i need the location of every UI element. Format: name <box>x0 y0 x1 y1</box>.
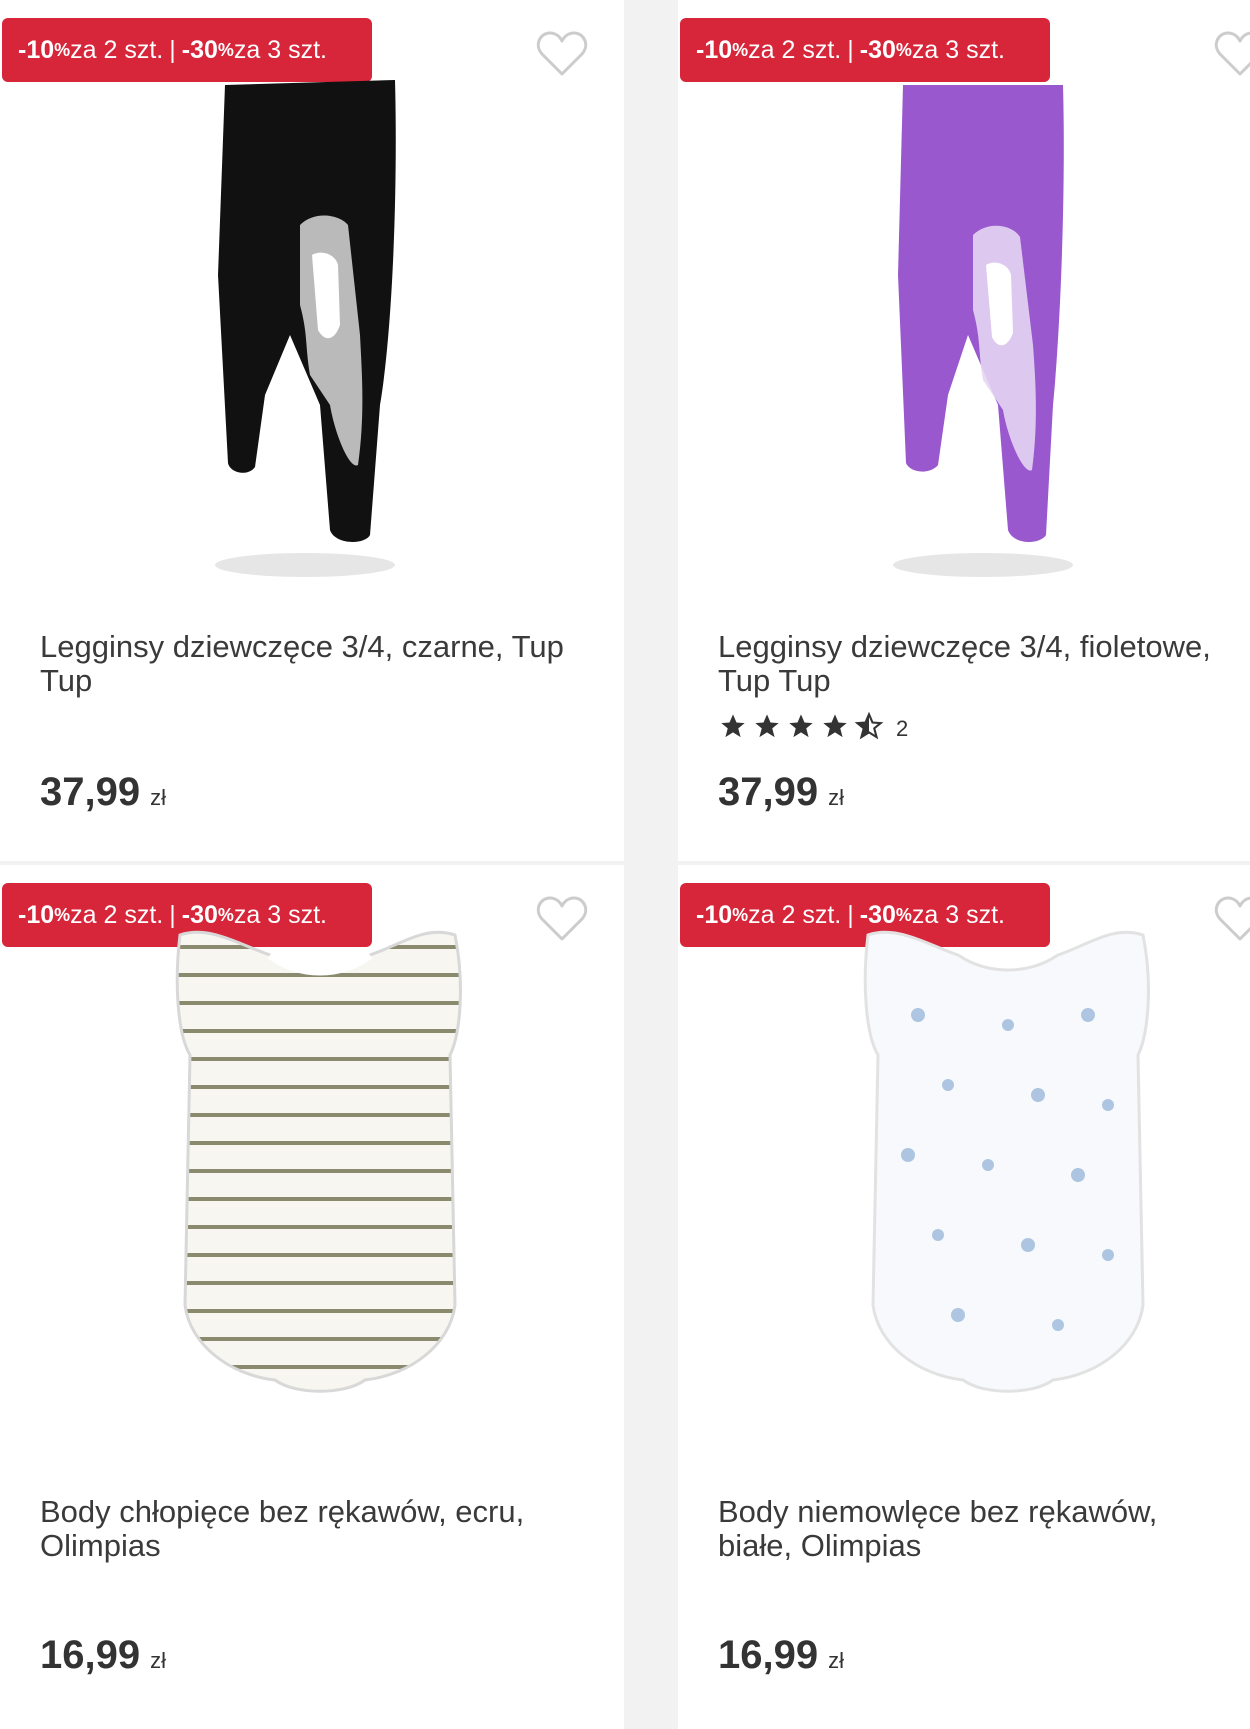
price-currency: zł <box>150 785 166 810</box>
rating-count: 2 <box>896 715 909 741</box>
price-value: 37,99 <box>40 770 141 814</box>
promo-text-1: za 2 szt. <box>70 35 164 64</box>
promo-text-1: za 2 szt. <box>748 900 842 929</box>
promo-discount-2: -30 <box>181 35 218 64</box>
product-price: 37,99 zł <box>718 770 844 815</box>
product-card[interactable]: -10% za 2 szt. | -30% za 3 szt. Legginsy… <box>678 0 1250 861</box>
price-currency: zł <box>150 1648 166 1673</box>
promo-badge: -10% za 2 szt. | -30% za 3 szt. <box>680 18 1050 82</box>
star-icon <box>752 712 782 745</box>
star-icon <box>820 712 850 745</box>
promo-discount-1: -10 <box>18 35 55 64</box>
product-title[interactable]: Legginsy dziewczęce 3/4, czarne, Tup Tup <box>40 630 580 698</box>
promo-discount-1: -10 <box>696 35 733 64</box>
percent-sign: % <box>54 39 71 60</box>
product-card[interactable]: -10% za 2 szt. | -30% za 3 szt. Body nie… <box>678 865 1250 1729</box>
promo-discount-2: -30 <box>859 35 896 64</box>
promo-separator: | <box>169 35 176 64</box>
percent-sign: % <box>54 904 71 925</box>
price-value: 16,99 <box>718 1633 819 1677</box>
promo-separator: | <box>847 35 854 64</box>
price-currency: zł <box>828 785 844 810</box>
promo-text-1: za 2 szt. <box>748 35 842 64</box>
price-currency: zł <box>828 1648 844 1673</box>
promo-text-2: za 3 szt. <box>911 35 1005 64</box>
product-image[interactable] <box>808 75 1148 595</box>
product-rating: 2 <box>718 711 909 745</box>
product-image[interactable] <box>838 905 1178 1425</box>
product-image[interactable] <box>150 905 490 1425</box>
price-value: 37,99 <box>718 770 819 814</box>
product-price: 16,99 zł <box>40 1633 166 1678</box>
product-price: 16,99 zł <box>718 1633 844 1678</box>
product-title[interactable]: Body niemowlęce bez rękawów, białe, Olim… <box>718 1495 1218 1563</box>
star-icon <box>786 712 816 745</box>
promo-badge: -10% za 2 szt. | -30% za 3 szt. <box>2 18 372 82</box>
promo-text-2: za 3 szt. <box>233 35 327 64</box>
product-image[interactable] <box>130 75 470 595</box>
wishlist-heart-icon[interactable] <box>1214 30 1250 78</box>
star-icon <box>718 712 748 745</box>
percent-sign: % <box>732 904 749 925</box>
wishlist-heart-icon[interactable] <box>536 895 588 943</box>
product-card[interactable]: -10% za 2 szt. | -30% za 3 szt. Legginsy… <box>0 0 624 861</box>
product-title[interactable]: Body chłopięce bez rękawów, ecru, Olimpi… <box>40 1495 580 1563</box>
price-value: 16,99 <box>40 1633 141 1677</box>
wishlist-heart-icon[interactable] <box>1214 895 1250 943</box>
promo-discount-1: -10 <box>696 900 733 929</box>
product-title[interactable]: Legginsy dziewczęce 3/4, fioletowe, Tup … <box>718 630 1218 698</box>
percent-sign: % <box>217 39 234 60</box>
percent-sign: % <box>732 39 749 60</box>
percent-sign: % <box>895 39 912 60</box>
product-card[interactable]: -10% za 2 szt. | -30% za 3 szt. Body chł… <box>0 865 624 1729</box>
product-price: 37,99 zł <box>40 770 166 815</box>
promo-discount-1: -10 <box>18 900 55 929</box>
half-star-icon <box>854 711 884 745</box>
wishlist-heart-icon[interactable] <box>536 30 588 78</box>
